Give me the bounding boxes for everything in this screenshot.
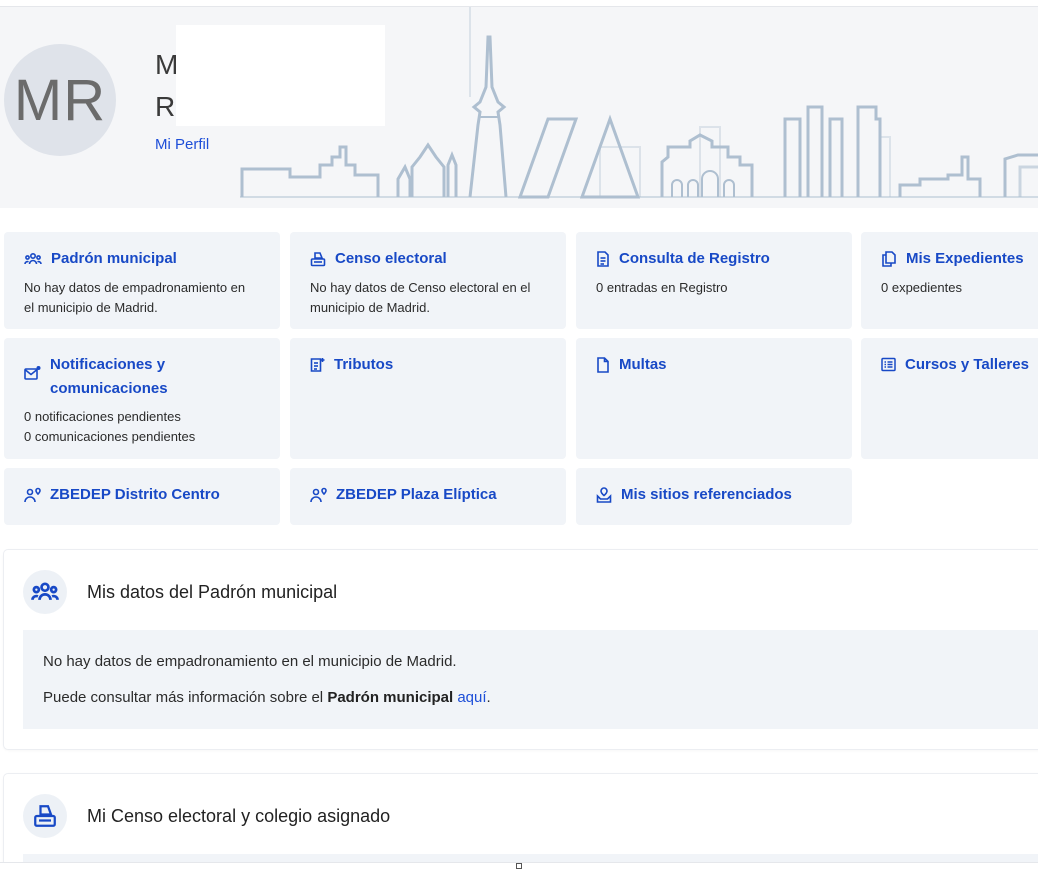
section-title: Mi Censo electoral y colegio asignado [87,806,391,826]
card-title: Censo electoral [335,250,447,267]
padron-no-data-text: No hay datos de empadronamiento en el mu… [43,653,457,670]
copy-documents-icon [882,251,896,267]
top-edge [0,0,1038,7]
card-censo-electoral[interactable]: Censo electoral No hay datos de Censo el… [290,232,566,329]
card-consulta-registro[interactable]: Consulta de Registro 0 entradas en Regis… [576,232,852,329]
card-padron-municipal[interactable]: Padrón municipal No hay datos de empadro… [4,232,280,329]
user-name-line-1: M [155,49,179,80]
card-title: Tributos [334,356,394,373]
document-lines-icon [597,251,609,267]
card-notificaciones-comunicaciones[interactable]: Notificaciones y comunicaciones 0 notifi… [4,338,280,459]
ballot-box-icon [34,805,56,827]
card-description: No hay datos de empadronamiento en el mu… [24,278,245,318]
card-desc-line: municipio de Madrid. [310,300,430,315]
info-prefix: Puede consultar más información sobre el [43,689,328,706]
section-icon-wrap [23,570,67,614]
card-description: No hay datos de Censo electoral en el mu… [310,278,530,318]
receipt-icon [310,358,325,372]
ballot-box-icon [310,252,326,267]
card-description: 0 entradas en Registro [596,278,728,298]
people-group-icon [31,582,59,601]
padron-aqui-link[interactable]: aquí [457,689,486,706]
card-title: Notificaciones y comunicaciones [50,353,168,401]
card-title: Multas [619,356,667,373]
mi-perfil-link[interactable]: Mi Perfil [155,136,209,153]
card-multas[interactable]: Multas [576,338,852,459]
card-desc-line: el municipio de Madrid. [24,300,158,315]
people-group-icon [24,252,42,265]
card-mis-sitios-referenciados[interactable]: Mis sitios referenciados [576,468,852,525]
card-title: Mis Expedientes [906,250,1024,267]
card-title: Consulta de Registro [619,250,770,267]
padron-more-info-text: Puede consultar más información sobre el… [43,689,491,706]
mail-notification-icon [24,366,41,380]
card-desc-line: 0 expedientes [881,280,962,295]
card-title: ZBEDEP Plaza Elíptica [336,486,497,503]
card-desc-line: 0 notificaciones pendientes [24,409,181,424]
avatar-initials: MR [13,67,107,133]
section-icon-wrap [23,794,67,838]
card-title: Padrón municipal [51,250,177,267]
profile-header: MR M R Mi Perfil [0,7,1038,208]
card-title-line: comunicaciones [50,380,168,397]
card-mis-expedientes[interactable]: Mis Expedientes 0 expedientes [861,232,1038,329]
card-desc-line: 0 comunicaciones pendientes [24,429,196,444]
list-icon [881,357,896,372]
card-title: ZBEDEP Distrito Centro [50,486,220,503]
avatar: MR [4,44,116,156]
card-cursos-talleres[interactable]: Cursos y Talleres [861,338,1038,459]
person-location-icon [310,487,327,503]
card-title-line: Notificaciones y [50,356,166,373]
info-suffix: . [486,689,491,706]
info-bold: Padrón municipal [327,689,454,706]
card-description: 0 expedientes [881,278,962,298]
user-name-line-2: R [155,91,176,122]
document-icon [597,357,609,373]
person-location-icon [24,487,41,503]
card-title: Mis sitios referenciados [621,486,792,503]
redacted-name-area [176,25,385,126]
resize-handle-icon [516,863,522,869]
card-zbedep-plaza-eliptica[interactable]: ZBEDEP Plaza Elíptica [290,468,566,525]
card-zbedep-distrito-centro[interactable]: ZBEDEP Distrito Centro [4,468,280,525]
section-padron-municipal: Mis datos del Padrón municipal No hay da… [4,550,1038,749]
section-body: No hay datos de empadronamiento en el mu… [23,630,1038,729]
card-title: Cursos y Talleres [905,356,1029,373]
card-tributos[interactable]: Tributos [290,338,566,459]
card-desc-line: No hay datos de empadronamiento en [24,280,246,295]
section-title: Mis datos del Padrón municipal [87,582,338,602]
map-pin-hand-icon [596,487,612,503]
card-desc-line: No hay datos de Censo electoral en el [310,280,531,295]
card-description: 0 notificaciones pendientes 0 comunicaci… [24,407,195,447]
card-desc-line: 0 entradas en Registro [596,280,728,295]
